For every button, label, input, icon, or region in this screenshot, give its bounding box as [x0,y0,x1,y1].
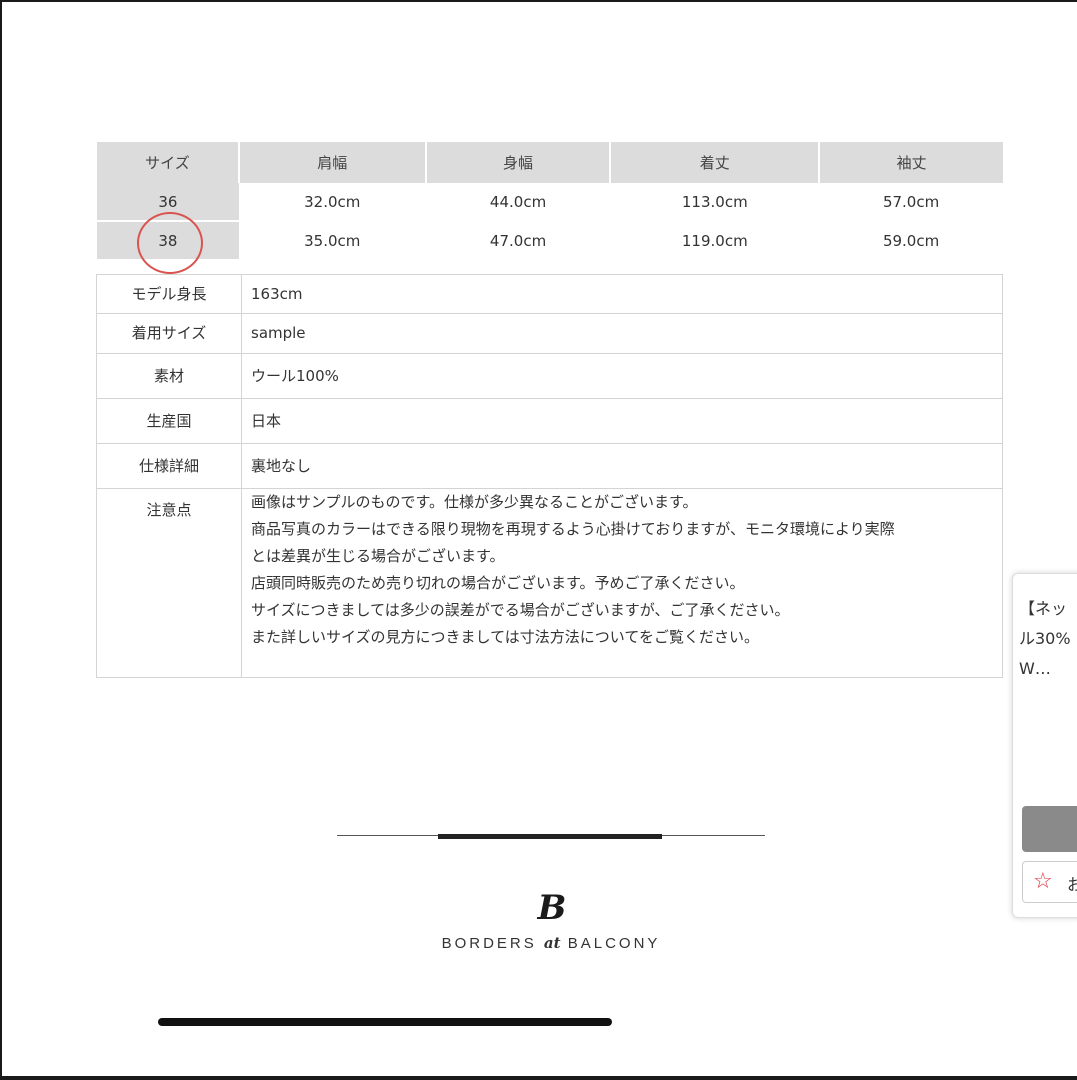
popup-title-line: 【ネッ [1019,599,1068,618]
note-line: 店頭同時販売のため売り切れの場合がございます。予めご了承ください。 [251,574,745,592]
shoulder-width-value: 32.0cm [304,193,361,211]
length-value: 119.0cm [681,231,748,250]
brand-name-part: BORDERS [441,935,544,952]
spec-row: 生産国 日本 [96,398,1003,444]
product-popup-card[interactable]: 【ネッ ル30% W… ☆ お [1012,573,1077,918]
screenshot-border-bottom [0,1076,1077,1080]
brand-logo-mark[interactable]: B [530,888,574,928]
note-line: 画像はサンプルのものです。仕様が多少異なることがございます。 [251,493,698,511]
brand-logo-text[interactable]: BORDERS at BALCONY [420,934,682,952]
note-line: 商品写真のカラーはできる限り現物を再現するよう心掛けておりますが、モニタ環境によ… [251,520,895,538]
brand-name-at: at [543,934,561,952]
note-line: サイズにつきましては多少の誤差がでる場合がございますが、ご了承ください。 [251,601,790,619]
spec-value-notes: 画像はサンプルのものです。仕様が多少異なることがございます。 商品写真のカラーは… [241,488,1003,678]
note-line: また詳しいサイズの見方につきましては寸法方法についてをご覧ください。 [251,628,760,646]
popup-cart-button[interactable] [1022,806,1077,852]
screenshot-border-left [0,0,2,1080]
spec-label-details: 仕様詳細 [96,443,242,489]
header-body-width: 身幅 [425,142,612,183]
header-sleeve-length: 袖丈 [819,142,1003,183]
star-outline-icon: ☆ [1033,869,1053,894]
popup-title-line: ル30% [1019,629,1071,648]
spec-row: 仕様詳細 裏地なし [96,443,1003,489]
size-highlight-circle [137,212,203,274]
spec-value-material: ウール100% [241,353,1003,399]
product-spec-table: モデル身長 163cm 着用サイズ sample 素材 ウール100% 生産国 … [96,274,1003,678]
header-size: サイズ [97,142,240,183]
spec-row-notes: 注意点 画像はサンプルのものです。仕様が多少異なることがございます。 商品写真の… [96,488,1003,678]
size-chart-table: サイズ 肩幅 身幅 着丈 袖丈 36 32.0cm 44.0cm 113.0cm… [97,142,1003,261]
spec-value-worn-size: sample [241,313,1003,354]
popup-title-line: W… [1019,659,1051,678]
spec-row: モデル身長 163cm [96,274,1003,314]
brand-name-part: BALCONY [560,935,661,952]
size-row: 38 35.0cm 47.0cm 119.0cm 59.0cm [97,221,1003,261]
favorite-label: お [1067,871,1077,895]
spec-label-notes: 注意点 [96,488,242,678]
shoulder-width-value: 35.0cm [304,231,361,250]
spec-label-worn-size: 着用サイズ [96,313,242,354]
sleeve-length-value: 59.0cm [882,231,940,250]
header-shoulder-width: 肩幅 [238,142,427,183]
size-chart-header-row: サイズ 肩幅 身幅 着丈 袖丈 [97,142,1003,183]
spec-row: 着用サイズ sample [96,313,1003,354]
spec-value-model-height: 163cm [241,274,1003,314]
popup-favorite-button[interactable]: ☆ お [1022,861,1077,903]
home-indicator-bar[interactable] [158,1018,612,1026]
spec-row: 素材 ウール100% [96,353,1003,399]
section-divider-accent [438,834,662,839]
spec-label-country: 生産国 [96,398,242,444]
body-width-value: 47.0cm [489,231,547,250]
popup-product-title[interactable]: 【ネッ ル30% W… [1019,594,1077,684]
spec-label-model-height: モデル身長 [96,274,242,314]
size-row: 36 32.0cm 44.0cm 113.0cm 57.0cm [97,183,1003,222]
spec-label-material: 素材 [96,353,242,399]
screenshot-border-top [0,0,1077,2]
sleeve-length-value: 57.0cm [882,193,940,211]
body-width-value: 44.0cm [489,193,547,211]
length-value: 113.0cm [681,193,748,211]
spec-value-details: 裏地なし [241,443,1003,489]
note-line: とは差異が生じる場合がございます。 [251,547,505,565]
spec-value-country: 日本 [241,398,1003,444]
header-length: 着丈 [610,142,821,183]
